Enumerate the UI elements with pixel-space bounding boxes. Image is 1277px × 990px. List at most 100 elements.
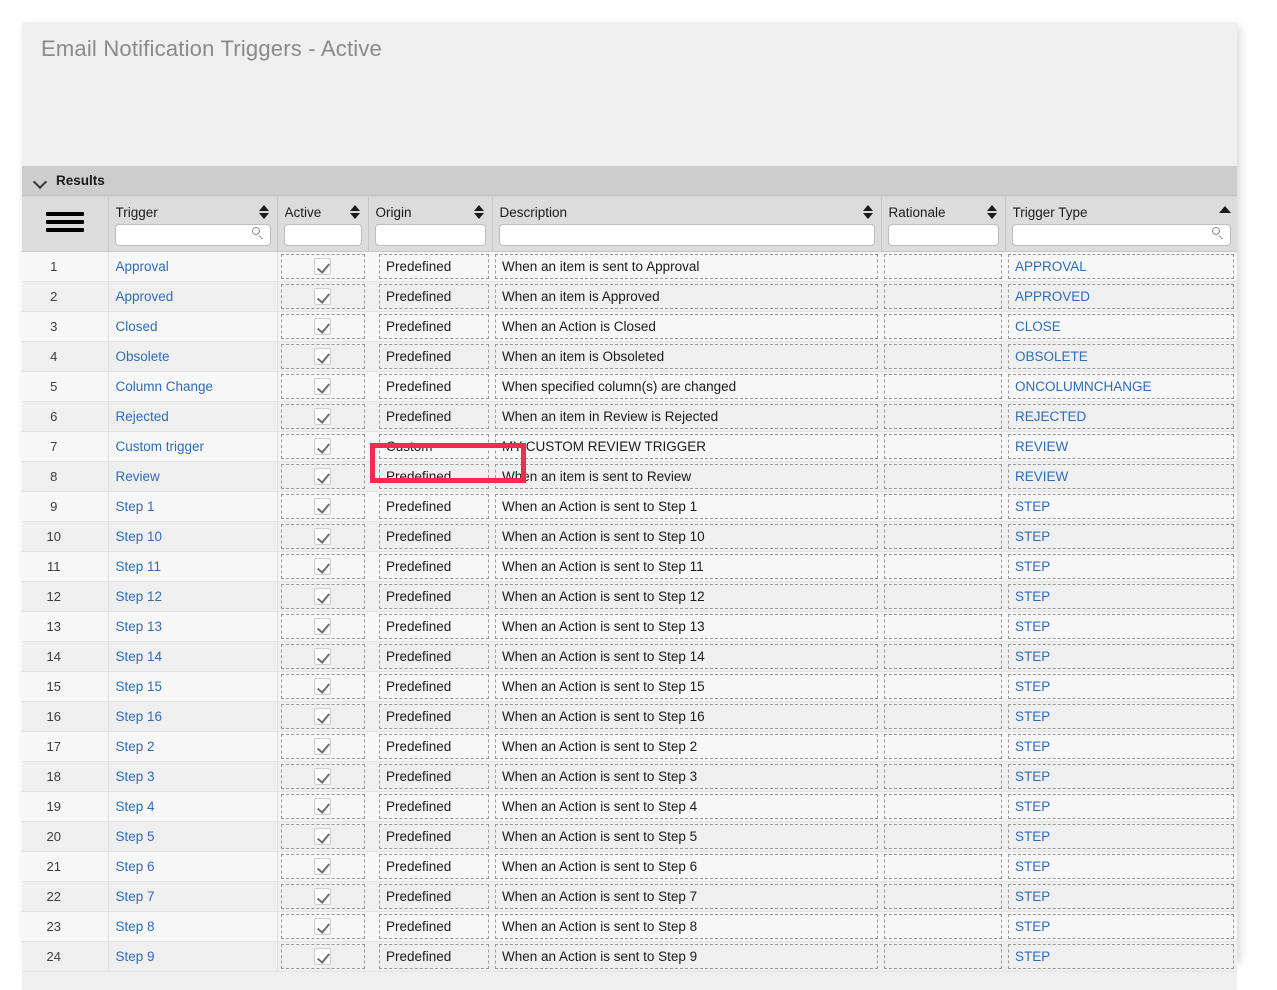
- trigger-link[interactable]: Step 14: [116, 649, 163, 664]
- row-trigger-type-cell[interactable]: APPROVED: [1005, 281, 1237, 312]
- trigger-type-link[interactable]: STEP: [1015, 859, 1050, 874]
- table-row[interactable]: 11 Step 11 Predefined When an Action is sen…: [22, 551, 1237, 582]
- trigger-type-link[interactable]: STEP: [1015, 679, 1050, 694]
- active-checkbox-wrapper[interactable]: [280, 523, 365, 549]
- row-trigger-cell[interactable]: Step 1: [108, 491, 278, 522]
- trigger-link[interactable]: Approved: [116, 289, 174, 304]
- trigger-type-link[interactable]: STEP: [1015, 649, 1050, 664]
- table-row[interactable]: 6 Rejected Predefined When an item in Revie…: [22, 401, 1237, 432]
- filter-input-origin[interactable]: [374, 224, 486, 246]
- table-row[interactable]: 9 Step 1 Predefined When an Action is sent …: [22, 491, 1237, 522]
- trigger-type-link[interactable]: STEP: [1015, 829, 1050, 844]
- trigger-type-wrapper[interactable]: STEP: [1008, 823, 1234, 849]
- row-origin-cell[interactable]: Predefined: [368, 941, 492, 972]
- row-origin-cell[interactable]: Custom: [368, 431, 492, 462]
- row-trigger-type-cell[interactable]: STEP: [1005, 521, 1237, 552]
- trigger-link[interactable]: Step 13: [116, 619, 163, 634]
- active-checkbox-wrapper[interactable]: [280, 793, 365, 819]
- table-row[interactable]: 24 Step 9 Predefined When an Action is sent…: [22, 941, 1237, 972]
- row-origin-cell[interactable]: Predefined: [368, 641, 492, 672]
- table-row[interactable]: 4 Obsolete Predefined When an item is Obsol…: [22, 341, 1237, 372]
- trigger-link[interactable]: Step 10: [116, 529, 163, 544]
- trigger-type-link[interactable]: STEP: [1015, 949, 1050, 964]
- column-header-origin[interactable]: Origin: [368, 197, 493, 252]
- row-rationale-cell[interactable]: [881, 941, 1005, 972]
- row-description-cell[interactable]: When an Action is sent to Step 6: [492, 851, 881, 882]
- trigger-link[interactable]: Obsolete: [116, 349, 170, 364]
- active-checkbox-wrapper[interactable]: [280, 403, 365, 429]
- row-trigger-cell[interactable]: Step 13: [108, 611, 278, 642]
- row-active-cell[interactable]: [277, 641, 368, 672]
- row-trigger-type-cell[interactable]: OBSOLETE: [1005, 341, 1237, 372]
- row-trigger-type-cell[interactable]: APPROVAL: [1005, 251, 1237, 282]
- trigger-type-wrapper[interactable]: STEP: [1008, 853, 1234, 879]
- row-rationale-cell[interactable]: [881, 401, 1005, 432]
- row-rationale-cell[interactable]: [881, 761, 1005, 792]
- trigger-type-link[interactable]: STEP: [1015, 769, 1050, 784]
- row-active-cell[interactable]: [277, 521, 368, 552]
- row-trigger-type-cell[interactable]: REVIEW: [1005, 461, 1237, 492]
- row-description-cell[interactable]: When an Action is sent to Step 11: [492, 551, 881, 582]
- trigger-type-link[interactable]: ONCOLUMNCHANGE: [1015, 379, 1152, 394]
- row-rationale-cell[interactable]: [881, 551, 1005, 582]
- active-checkbox-wrapper[interactable]: [280, 463, 365, 489]
- filter-input-description[interactable]: [498, 224, 875, 246]
- active-checkbox-wrapper[interactable]: [280, 703, 365, 729]
- row-description-cell[interactable]: When an Action is Closed: [492, 311, 881, 342]
- row-description-cell[interactable]: When an Action is sent to Step 15: [492, 671, 881, 702]
- row-active-cell[interactable]: [277, 671, 368, 702]
- row-description-cell[interactable]: When specified column(s) are changed: [492, 371, 881, 402]
- trigger-type-link[interactable]: REVIEW: [1015, 439, 1068, 454]
- trigger-link[interactable]: Review: [116, 469, 160, 484]
- row-description-cell[interactable]: When an Action is sent to Step 16: [492, 701, 881, 732]
- table-row[interactable]: 3 Closed Predefined When an Action is Close…: [22, 311, 1237, 342]
- trigger-type-link[interactable]: APPROVED: [1015, 289, 1090, 304]
- hamburger-menu-icon[interactable]: [45, 206, 84, 236]
- active-checkbox[interactable]: [314, 257, 332, 275]
- row-trigger-cell[interactable]: Review: [108, 461, 278, 492]
- row-trigger-type-cell[interactable]: ONCOLUMNCHANGE: [1005, 371, 1237, 402]
- active-checkbox-wrapper[interactable]: [280, 643, 365, 669]
- row-trigger-cell[interactable]: Step 2: [108, 731, 278, 762]
- row-trigger-cell[interactable]: Step 15: [108, 671, 278, 702]
- active-checkbox[interactable]: [314, 707, 332, 725]
- active-checkbox-wrapper[interactable]: [280, 823, 365, 849]
- trigger-type-link[interactable]: STEP: [1015, 529, 1050, 544]
- trigger-type-wrapper[interactable]: STEP: [1008, 793, 1234, 819]
- row-description-cell[interactable]: When an Action is sent to Step 10: [492, 521, 881, 552]
- row-rationale-cell[interactable]: [881, 491, 1005, 522]
- row-trigger-cell[interactable]: Step 9: [108, 941, 278, 972]
- row-rationale-cell[interactable]: [881, 701, 1005, 732]
- row-trigger-cell[interactable]: Step 4: [108, 791, 278, 822]
- row-rationale-cell[interactable]: [881, 581, 1005, 612]
- row-rationale-cell[interactable]: [881, 461, 1005, 492]
- row-origin-cell[interactable]: Predefined: [368, 281, 492, 312]
- row-trigger-type-cell[interactable]: STEP: [1005, 641, 1237, 672]
- grid-menu-cell[interactable]: [22, 197, 109, 252]
- row-trigger-cell[interactable]: Step 7: [108, 881, 278, 912]
- column-header-trigger[interactable]: Trigger: [108, 197, 278, 252]
- column-filter-rationale[interactable]: [882, 223, 1005, 246]
- row-trigger-type-cell[interactable]: STEP: [1005, 941, 1237, 972]
- filter-input-rationale[interactable]: [887, 224, 999, 246]
- row-trigger-cell[interactable]: Step 10: [108, 521, 278, 552]
- active-checkbox-wrapper[interactable]: [280, 733, 365, 759]
- trigger-type-wrapper[interactable]: STEP: [1008, 913, 1234, 939]
- row-trigger-cell[interactable]: Column Change: [108, 371, 278, 402]
- row-active-cell[interactable]: [277, 251, 368, 282]
- trigger-type-link[interactable]: CLOSE: [1015, 319, 1061, 334]
- row-origin-cell[interactable]: Predefined: [368, 251, 492, 282]
- table-row[interactable]: 8 Review Predefined When an item is sent to…: [22, 461, 1237, 492]
- row-rationale-cell[interactable]: [881, 791, 1005, 822]
- trigger-type-link[interactable]: STEP: [1015, 619, 1050, 634]
- row-active-cell[interactable]: [277, 731, 368, 762]
- active-checkbox-wrapper[interactable]: [280, 853, 365, 879]
- trigger-type-link[interactable]: STEP: [1015, 889, 1050, 904]
- row-trigger-cell[interactable]: Step 14: [108, 641, 278, 672]
- row-trigger-cell[interactable]: Step 8: [108, 911, 278, 942]
- row-rationale-cell[interactable]: [881, 911, 1005, 942]
- trigger-type-wrapper[interactable]: STEP: [1008, 703, 1234, 729]
- trigger-type-wrapper[interactable]: STEP: [1008, 883, 1234, 909]
- row-active-cell[interactable]: [277, 551, 368, 582]
- active-checkbox[interactable]: [314, 377, 332, 395]
